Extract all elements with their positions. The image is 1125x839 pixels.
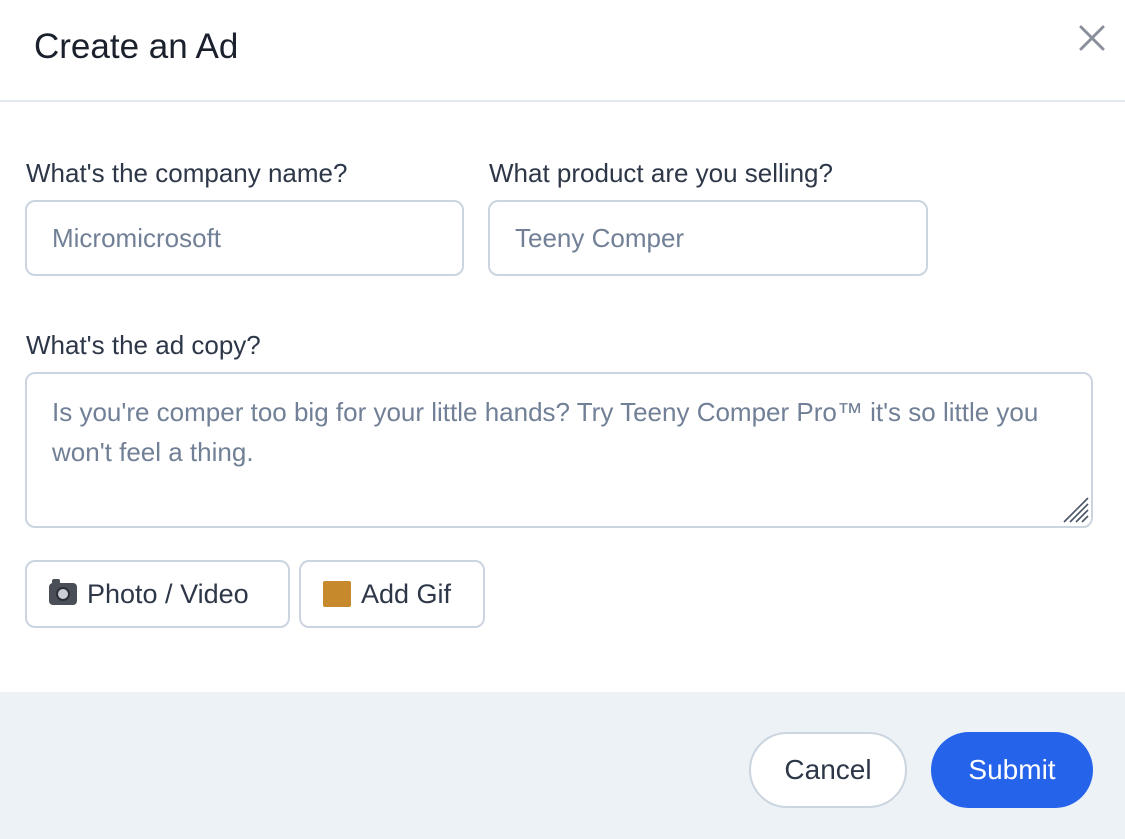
cancel-button[interactable]: Cancel	[749, 732, 907, 808]
photo-video-label: Photo / Video	[87, 578, 249, 609]
submit-button[interactable]: Submit	[931, 732, 1093, 808]
close-icon	[1079, 25, 1105, 51]
create-ad-modal: Create an Ad What's the company name? Wh…	[0, 0, 1125, 839]
company-name-label: What's the company name?	[26, 158, 348, 188]
add-gif-label: Add Gif	[361, 578, 452, 609]
photo-video-button[interactable]: Photo / Video	[25, 560, 290, 628]
ad-copy-label: What's the ad copy?	[26, 330, 261, 360]
camera-icon	[49, 579, 77, 605]
close-button[interactable]	[1072, 18, 1112, 58]
ad-copy-textarea[interactable]	[25, 372, 1093, 528]
framed-picture-icon	[323, 581, 351, 607]
product-input[interactable]	[488, 200, 928, 276]
modal-header: Create an Ad	[0, 0, 1125, 102]
product-label: What product are you selling?	[489, 158, 833, 188]
company-name-input[interactable]	[25, 200, 464, 276]
add-gif-button[interactable]: Add Gif	[299, 560, 485, 628]
modal-title: Create an Ad	[34, 27, 239, 66]
resize-handle-icon[interactable]	[1060, 494, 1090, 524]
